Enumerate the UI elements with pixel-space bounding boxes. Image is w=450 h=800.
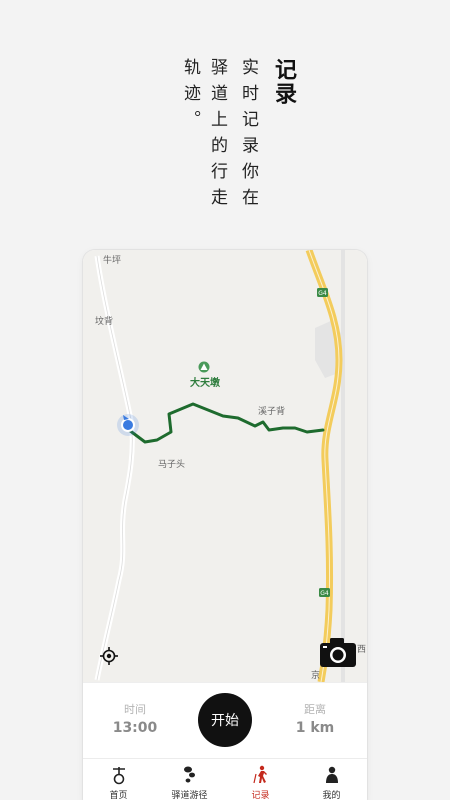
- tab-profile-label: 我的: [322, 791, 341, 800]
- highway-g4: [305, 250, 343, 682]
- headline: 记录 实时记录你在 驿道上的行走 轨迹。: [0, 58, 450, 228]
- trail-icon: [179, 765, 201, 785]
- user-icon: [321, 765, 343, 785]
- highway-shield-1: G4: [317, 288, 328, 297]
- tab-trails[interactable]: 驿道游径: [154, 759, 225, 800]
- start-button[interactable]: 开始: [198, 693, 252, 747]
- home-icon: [108, 765, 130, 785]
- map-view[interactable]: G4 G4 牛坪 坟背 大天墩 溪子背 马子头 西 京: [83, 250, 367, 682]
- record-controls: 时间 13:00 开始 距离 1 km: [83, 682, 367, 758]
- place-label: 牛坪: [103, 256, 122, 266]
- peak-label: 大天墩: [190, 378, 220, 389]
- place-label: 西: [357, 645, 367, 655]
- headline-line-3: 轨迹。: [180, 58, 200, 136]
- place-label: 京: [311, 671, 321, 681]
- time-label: 时间: [124, 703, 146, 716]
- tab-home[interactable]: 首页: [83, 759, 154, 800]
- map-canvas: G4 G4: [94, 250, 345, 682]
- tab-profile[interactable]: 我的: [296, 759, 367, 800]
- highway-shield-2: G4: [319, 588, 330, 597]
- tab-home-label: 首页: [109, 791, 128, 800]
- locate-button[interactable]: [99, 646, 119, 666]
- crosshair-icon: [100, 647, 118, 665]
- time-value: 13:00: [112, 720, 158, 736]
- walk-track: [127, 402, 325, 444]
- svg-text:G4: G4: [318, 290, 327, 297]
- tab-trails-label: 驿道游径: [171, 791, 208, 800]
- peak-marker-icon: [198, 361, 210, 373]
- hiker-icon: [250, 765, 272, 785]
- place-label: 马子头: [158, 460, 186, 470]
- time-stat: 时间 13:00: [95, 701, 175, 736]
- distance-value: 1 km: [295, 720, 335, 736]
- headline-line-2: 驿道上的行走: [207, 58, 227, 214]
- tab-record[interactable]: 记录: [225, 759, 296, 800]
- headline-line-1: 实时记录你在: [238, 58, 258, 214]
- distance-stat: 距离 1 km: [275, 701, 355, 736]
- current-location-icon: [117, 414, 139, 436]
- svg-text:G4: G4: [320, 590, 329, 597]
- distance-label: 距离: [304, 703, 326, 716]
- place-label: 溪子背: [258, 407, 286, 417]
- headline-title: 记录: [271, 58, 296, 106]
- camera-icon: [320, 638, 356, 667]
- tab-record-label: 记录: [251, 791, 270, 800]
- tab-bar: 首页 驿道游径 记录 我的: [83, 758, 367, 800]
- place-label: 坟背: [95, 317, 114, 327]
- phone-mockup: G4 G4 牛坪 坟背 大天墩 溪子背 马子头 西 京 时间 13:00 开始 …: [83, 250, 367, 800]
- camera-button[interactable]: [319, 636, 357, 668]
